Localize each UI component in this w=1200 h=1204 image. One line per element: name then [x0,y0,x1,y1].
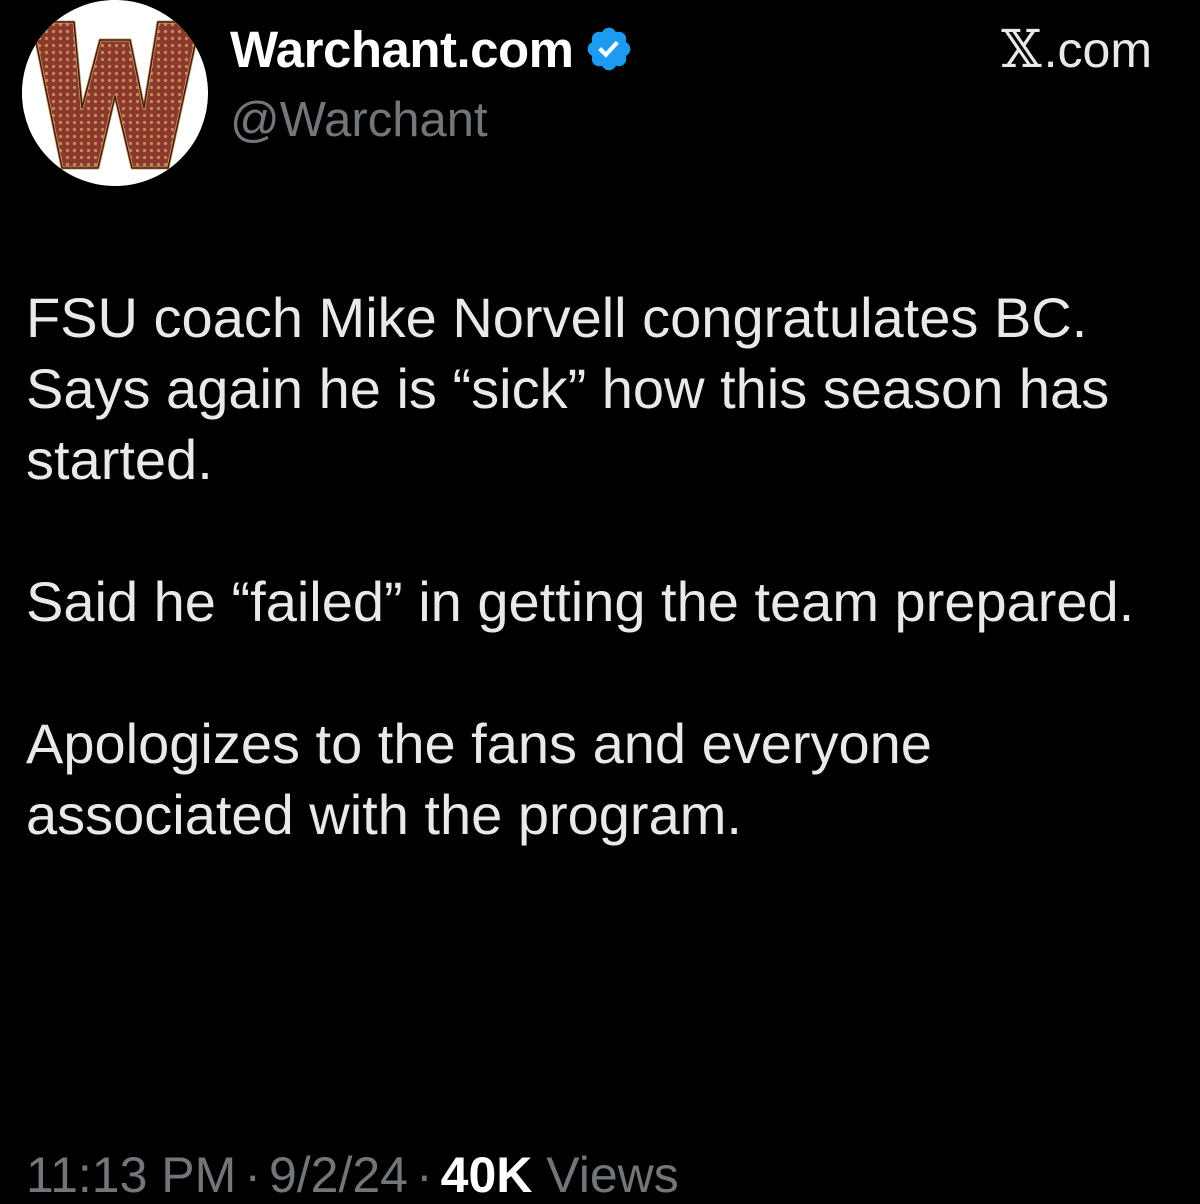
tweet-time[interactable]: 11:13 PM [26,1147,236,1203]
display-name[interactable]: Warchant.com [230,20,574,79]
tweet-body: FSU coach Mike Norvell congratulates BC.… [26,282,1176,850]
warchant-logo-icon [22,0,208,186]
meta-separator: · [244,1147,261,1203]
source-label: 𝕏 .com [1001,20,1152,80]
display-name-row: Warchant.com [230,14,634,84]
tweet-paragraph: Said he “failed” in getting the team pre… [26,570,1135,633]
x-logo-icon: 𝕏 [1001,20,1042,80]
tweet-card: Warchant.com @Warchant 𝕏 .com FSU coach M… [0,0,1200,1203]
meta-separator: · [415,1147,433,1203]
views-count[interactable]: 40K [441,1147,533,1203]
verified-badge-icon [587,27,630,71]
source-suffix: .com [1043,22,1152,78]
handle[interactable]: @Warchant [230,92,488,148]
views-label: Views [546,1147,679,1203]
tweet-date[interactable]: 9/2/24 [269,1147,408,1203]
tweet-paragraph: FSU coach Mike Norvell congratulates BC.… [26,286,1110,491]
avatar[interactable] [22,0,208,186]
tweet-paragraph: Apologizes to the fans and everyone asso… [26,712,932,846]
tweet-meta: 11:13 PM · 9/2/24 · 40K Views [26,1146,679,1204]
